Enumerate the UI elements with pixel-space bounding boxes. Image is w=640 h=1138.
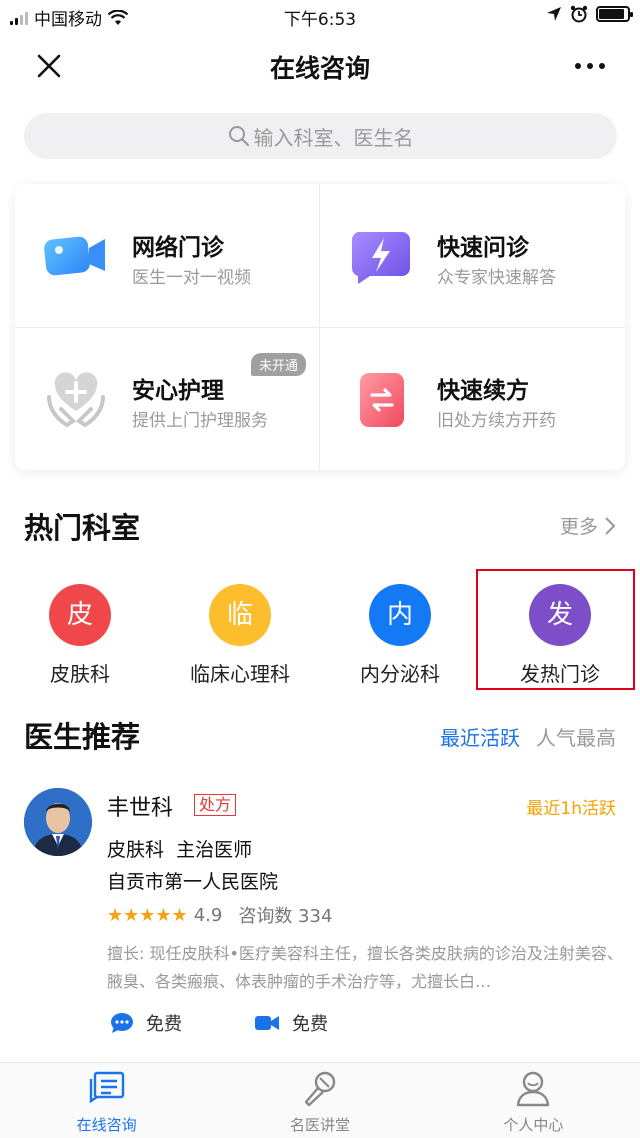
department-label: 内分泌科 (360, 662, 440, 686)
department-endocrinology[interactable]: 内 内分泌科 (320, 580, 480, 690)
search-input[interactable]: 输入科室、医生名 (24, 113, 617, 159)
video-icon (255, 1016, 279, 1030)
battery-icon (596, 6, 633, 22)
star-rating-icon: ★★★★★ (107, 904, 188, 926)
service-title: 安心护理 (132, 378, 224, 404)
tab-personal-center[interactable]: 个人中心 (427, 1063, 640, 1138)
service-title: 网络门诊 (132, 235, 224, 261)
avatar (24, 788, 92, 856)
nav-bar: 在线咨询 (0, 32, 640, 98)
service-subtitle: 众专家快速解答 (437, 268, 556, 288)
department-dermatology[interactable]: 皮 皮肤科 (0, 580, 160, 690)
sort-tab-recent[interactable]: 最近活跃 (440, 722, 520, 751)
service-quick-consult[interactable]: 快速问诊 众专家快速解答 (320, 184, 625, 327)
department-avatar: 内 (369, 584, 431, 646)
fee-label: 免费 (146, 1014, 182, 1035)
service-grid: 网络门诊 医生一对一视频 快速问诊 众专家快速解答 未开通 安心护理 提供上门护… (15, 184, 625, 470)
video-camera-icon (44, 236, 105, 276)
fee-row: 免费 免费 (110, 1010, 400, 1036)
status-bar: 中国移动 下午6:53 (0, 0, 640, 32)
microphone-icon (304, 1071, 336, 1107)
chat-bubble-icon (111, 1013, 133, 1033)
more-options-icon[interactable] (570, 48, 610, 84)
tab-label: 名医讲堂 (289, 1116, 350, 1134)
rating-value: 4.9 (193, 904, 223, 926)
consult-count: 咨询数 334 (238, 906, 333, 927)
not-available-badge: 未开通 (250, 353, 306, 376)
department-label: 临床心理科 (190, 662, 290, 686)
service-home-care[interactable]: 未开通 安心护理 提供上门护理服务 (15, 327, 320, 470)
doctors-title: 医生推荐 (24, 720, 141, 754)
highlight-box (476, 569, 635, 690)
status-right (546, 5, 633, 23)
tab-label: 个人中心 (503, 1116, 564, 1134)
text-consult-fee[interactable]: 免费 (110, 1010, 182, 1036)
rating-row: ★★★★★ 4.9 咨询数 334 (107, 902, 332, 928)
department-avatar: 皮 (49, 584, 111, 646)
status-time: 下午6:53 (283, 10, 357, 30)
doctor-card[interactable]: 丰世科 处方 最近1h活跃 皮肤科 主治医师 自贡市第一人民医院 ★★★★★ 4… (0, 770, 640, 1050)
active-status: 最近1h活跃 (526, 799, 616, 819)
doctor-title: 主治医师 (176, 839, 253, 861)
lightning-chat-icon (351, 232, 410, 284)
user-icon (517, 1071, 550, 1107)
location-arrow-icon (547, 7, 561, 21)
chevron-right-icon (605, 516, 616, 535)
page-title: 在线咨询 (269, 54, 370, 83)
video-consult-fee[interactable]: 免费 (254, 1010, 328, 1036)
more-label: 更多 (559, 516, 598, 538)
alarm-icon (570, 5, 588, 23)
service-renew-prescription[interactable]: 快速续方 旧处方续方开药 (320, 327, 625, 470)
service-network-clinic[interactable]: 网络门诊 医生一对一视频 (15, 184, 320, 327)
doctor-description: 擅长: 现任皮肤科•医疗美容科主任，擅长各类皮肤病的诊治及注射美容、腋臭、各类瘢… (107, 944, 623, 991)
care-hands-icon (47, 372, 105, 428)
departments-title: 热门科室 (24, 511, 141, 545)
tab-online-consult[interactable]: 在线咨询 (0, 1063, 213, 1138)
prescription-badge: 处方 (194, 794, 237, 816)
doctor-department: 皮肤科 (107, 839, 165, 861)
sort-tab-popular[interactable]: 人气最高 (536, 722, 616, 751)
department-avatar: 临 (209, 584, 271, 646)
tab-label: 在线咨询 (76, 1116, 137, 1134)
doctor-hospital: 自贡市第一人民医院 (107, 871, 279, 893)
tab-famous-doctor-lectures[interactable]: 名医讲堂 (213, 1063, 426, 1138)
service-title: 快速问诊 (437, 235, 529, 261)
search-icon (228, 126, 249, 147)
department-clinical-psychology[interactable]: 临 临床心理科 (160, 580, 320, 690)
service-subtitle: 提供上门护理服务 (132, 411, 268, 431)
doctor-name: 丰世科 (107, 796, 174, 821)
doctor-department-title: 皮肤科 主治医师 (107, 835, 252, 862)
service-subtitle: 医生一对一视频 (132, 268, 251, 288)
bottom-tab-bar: 在线咨询 名医讲堂 个人中心 (0, 1062, 640, 1138)
consult-chat-icon (89, 1071, 124, 1104)
service-title: 快速续方 (437, 378, 529, 404)
fee-label: 免费 (292, 1014, 328, 1035)
service-subtitle: 旧处方续方开药 (437, 411, 556, 431)
search-placeholder: 输入科室、医生名 (253, 125, 414, 150)
department-label: 皮肤科 (50, 662, 110, 686)
more-departments-link[interactable]: 更多 (560, 512, 616, 539)
renew-prescription-icon (360, 373, 404, 427)
doctor-sort-tabs: 最近活跃 人气最高 (440, 722, 616, 751)
